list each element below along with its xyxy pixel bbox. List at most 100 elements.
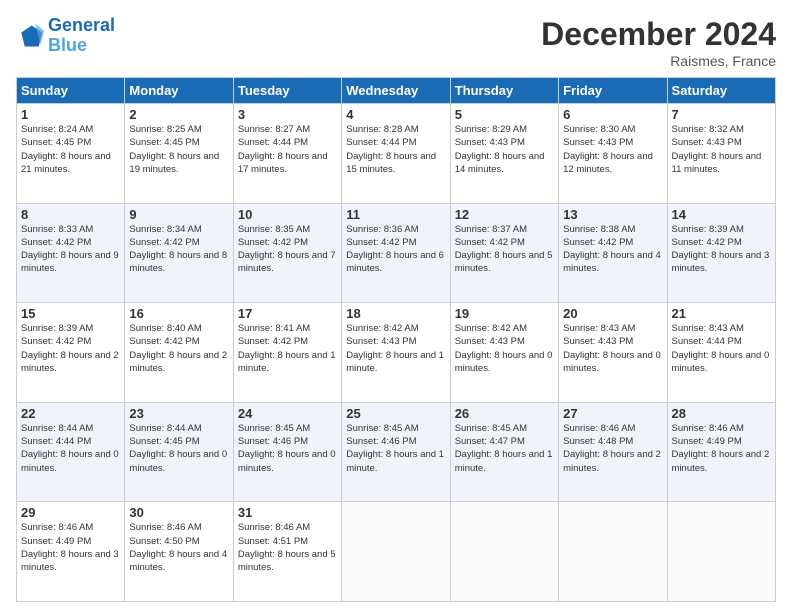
calendar-cell [342, 502, 450, 602]
day-number: 28 [672, 406, 771, 421]
calendar-cell: 3Sunrise: 8:27 AMSunset: 4:44 PMDaylight… [233, 104, 341, 204]
location: Raismes, France [541, 53, 776, 69]
day-info: Sunrise: 8:32 AMSunset: 4:43 PMDaylight:… [672, 123, 771, 176]
day-number: 18 [346, 306, 445, 321]
calendar-cell [559, 502, 667, 602]
calendar-cell: 2Sunrise: 8:25 AMSunset: 4:45 PMDaylight… [125, 104, 233, 204]
calendar-cell: 16Sunrise: 8:40 AMSunset: 4:42 PMDayligh… [125, 303, 233, 403]
day-info: Sunrise: 8:25 AMSunset: 4:45 PMDaylight:… [129, 123, 228, 176]
calendar-cell: 19Sunrise: 8:42 AMSunset: 4:43 PMDayligh… [450, 303, 558, 403]
day-info: Sunrise: 8:46 AMSunset: 4:50 PMDaylight:… [129, 521, 228, 574]
calendar-cell: 22Sunrise: 8:44 AMSunset: 4:44 PMDayligh… [17, 402, 125, 502]
month-title: December 2024 [541, 16, 776, 53]
weekday-header-sunday: Sunday [17, 78, 125, 104]
day-number: 20 [563, 306, 662, 321]
day-number: 7 [672, 107, 771, 122]
calendar-cell: 18Sunrise: 8:42 AMSunset: 4:43 PMDayligh… [342, 303, 450, 403]
day-info: Sunrise: 8:41 AMSunset: 4:42 PMDaylight:… [238, 322, 337, 375]
calendar-cell: 6Sunrise: 8:30 AMSunset: 4:43 PMDaylight… [559, 104, 667, 204]
calendar-cell: 12Sunrise: 8:37 AMSunset: 4:42 PMDayligh… [450, 203, 558, 303]
weekday-header-thursday: Thursday [450, 78, 558, 104]
calendar-cell: 17Sunrise: 8:41 AMSunset: 4:42 PMDayligh… [233, 303, 341, 403]
day-info: Sunrise: 8:39 AMSunset: 4:42 PMDaylight:… [21, 322, 120, 375]
calendar-cell: 31Sunrise: 8:46 AMSunset: 4:51 PMDayligh… [233, 502, 341, 602]
day-number: 12 [455, 207, 554, 222]
calendar-cell: 24Sunrise: 8:45 AMSunset: 4:46 PMDayligh… [233, 402, 341, 502]
logo-icon [16, 22, 44, 50]
day-info: Sunrise: 8:28 AMSunset: 4:44 PMDaylight:… [346, 123, 445, 176]
logo: GeneralBlue [16, 16, 115, 56]
day-info: Sunrise: 8:30 AMSunset: 4:43 PMDaylight:… [563, 123, 662, 176]
calendar-cell: 28Sunrise: 8:46 AMSunset: 4:49 PMDayligh… [667, 402, 775, 502]
day-number: 15 [21, 306, 120, 321]
day-number: 13 [563, 207, 662, 222]
calendar-cell: 26Sunrise: 8:45 AMSunset: 4:47 PMDayligh… [450, 402, 558, 502]
calendar-cell: 14Sunrise: 8:39 AMSunset: 4:42 PMDayligh… [667, 203, 775, 303]
weekday-header-wednesday: Wednesday [342, 78, 450, 104]
calendar-cell: 5Sunrise: 8:29 AMSunset: 4:43 PMDaylight… [450, 104, 558, 204]
day-number: 25 [346, 406, 445, 421]
page: GeneralBlue December 2024 Raismes, Franc… [0, 0, 792, 612]
day-info: Sunrise: 8:42 AMSunset: 4:43 PMDaylight:… [455, 322, 554, 375]
calendar-cell: 4Sunrise: 8:28 AMSunset: 4:44 PMDaylight… [342, 104, 450, 204]
day-info: Sunrise: 8:46 AMSunset: 4:49 PMDaylight:… [21, 521, 120, 574]
day-info: Sunrise: 8:34 AMSunset: 4:42 PMDaylight:… [129, 223, 228, 276]
day-info: Sunrise: 8:43 AMSunset: 4:44 PMDaylight:… [672, 322, 771, 375]
calendar-cell: 30Sunrise: 8:46 AMSunset: 4:50 PMDayligh… [125, 502, 233, 602]
day-number: 23 [129, 406, 228, 421]
day-number: 10 [238, 207, 337, 222]
weekday-header-tuesday: Tuesday [233, 78, 341, 104]
calendar-week-4: 22Sunrise: 8:44 AMSunset: 4:44 PMDayligh… [17, 402, 776, 502]
day-info: Sunrise: 8:44 AMSunset: 4:45 PMDaylight:… [129, 422, 228, 475]
day-number: 30 [129, 505, 228, 520]
weekday-header-friday: Friday [559, 78, 667, 104]
logo-text: GeneralBlue [48, 16, 115, 56]
day-number: 17 [238, 306, 337, 321]
day-number: 2 [129, 107, 228, 122]
day-info: Sunrise: 8:36 AMSunset: 4:42 PMDaylight:… [346, 223, 445, 276]
calendar-table: SundayMondayTuesdayWednesdayThursdayFrid… [16, 77, 776, 602]
day-number: 5 [455, 107, 554, 122]
day-info: Sunrise: 8:24 AMSunset: 4:45 PMDaylight:… [21, 123, 120, 176]
weekday-header-monday: Monday [125, 78, 233, 104]
calendar-cell: 25Sunrise: 8:45 AMSunset: 4:46 PMDayligh… [342, 402, 450, 502]
calendar-cell: 15Sunrise: 8:39 AMSunset: 4:42 PMDayligh… [17, 303, 125, 403]
day-info: Sunrise: 8:45 AMSunset: 4:46 PMDaylight:… [238, 422, 337, 475]
day-info: Sunrise: 8:38 AMSunset: 4:42 PMDaylight:… [563, 223, 662, 276]
day-info: Sunrise: 8:40 AMSunset: 4:42 PMDaylight:… [129, 322, 228, 375]
day-info: Sunrise: 8:29 AMSunset: 4:43 PMDaylight:… [455, 123, 554, 176]
calendar-cell: 23Sunrise: 8:44 AMSunset: 4:45 PMDayligh… [125, 402, 233, 502]
calendar-cell: 27Sunrise: 8:46 AMSunset: 4:48 PMDayligh… [559, 402, 667, 502]
day-number: 29 [21, 505, 120, 520]
day-info: Sunrise: 8:42 AMSunset: 4:43 PMDaylight:… [346, 322, 445, 375]
day-info: Sunrise: 8:33 AMSunset: 4:42 PMDaylight:… [21, 223, 120, 276]
calendar-cell: 20Sunrise: 8:43 AMSunset: 4:43 PMDayligh… [559, 303, 667, 403]
day-number: 22 [21, 406, 120, 421]
day-number: 16 [129, 306, 228, 321]
day-number: 6 [563, 107, 662, 122]
day-info: Sunrise: 8:46 AMSunset: 4:49 PMDaylight:… [672, 422, 771, 475]
day-number: 4 [346, 107, 445, 122]
calendar-week-1: 1Sunrise: 8:24 AMSunset: 4:45 PMDaylight… [17, 104, 776, 204]
calendar-cell: 8Sunrise: 8:33 AMSunset: 4:42 PMDaylight… [17, 203, 125, 303]
day-number: 14 [672, 207, 771, 222]
calendar-cell: 13Sunrise: 8:38 AMSunset: 4:42 PMDayligh… [559, 203, 667, 303]
calendar-week-2: 8Sunrise: 8:33 AMSunset: 4:42 PMDaylight… [17, 203, 776, 303]
calendar-cell: 1Sunrise: 8:24 AMSunset: 4:45 PMDaylight… [17, 104, 125, 204]
calendar-cell [450, 502, 558, 602]
day-number: 27 [563, 406, 662, 421]
calendar-week-3: 15Sunrise: 8:39 AMSunset: 4:42 PMDayligh… [17, 303, 776, 403]
day-info: Sunrise: 8:46 AMSunset: 4:48 PMDaylight:… [563, 422, 662, 475]
day-number: 3 [238, 107, 337, 122]
day-number: 1 [21, 107, 120, 122]
day-info: Sunrise: 8:37 AMSunset: 4:42 PMDaylight:… [455, 223, 554, 276]
day-number: 21 [672, 306, 771, 321]
calendar-week-5: 29Sunrise: 8:46 AMSunset: 4:49 PMDayligh… [17, 502, 776, 602]
day-info: Sunrise: 8:45 AMSunset: 4:47 PMDaylight:… [455, 422, 554, 475]
day-info: Sunrise: 8:43 AMSunset: 4:43 PMDaylight:… [563, 322, 662, 375]
day-number: 26 [455, 406, 554, 421]
day-number: 31 [238, 505, 337, 520]
title-block: December 2024 Raismes, France [541, 16, 776, 69]
day-number: 24 [238, 406, 337, 421]
calendar-cell: 11Sunrise: 8:36 AMSunset: 4:42 PMDayligh… [342, 203, 450, 303]
